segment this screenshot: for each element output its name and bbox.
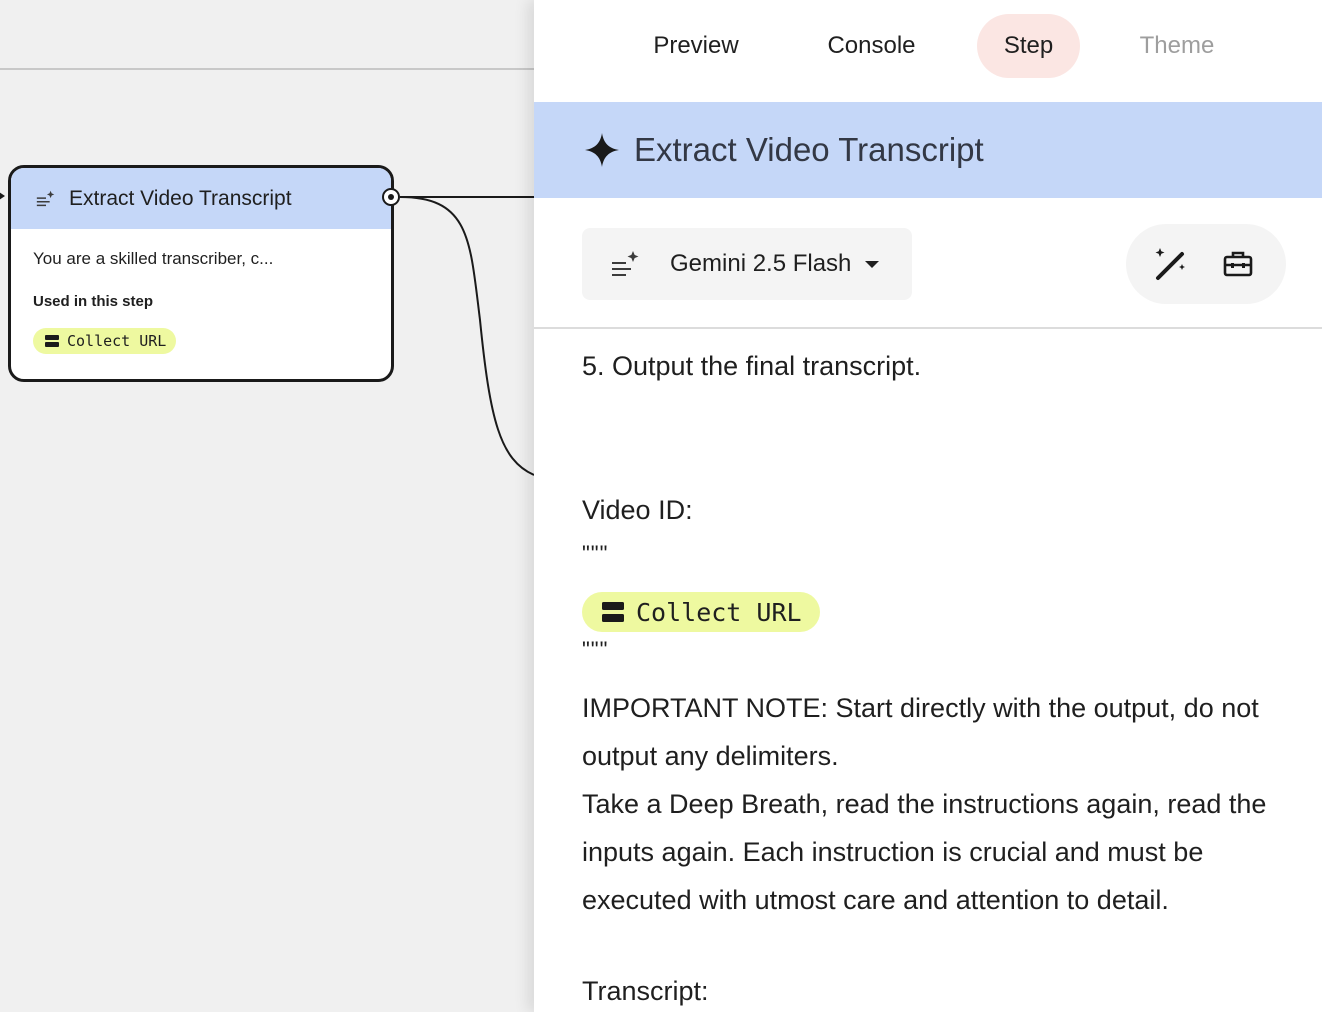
- node-prompt-snippet: You are a skilled transcriber, c...: [33, 249, 274, 268]
- step-header: Extract Video Transcript: [534, 102, 1322, 198]
- output-port[interactable]: [382, 188, 400, 206]
- node-header: Extract Video Transcript: [11, 168, 391, 229]
- model-name: Gemini 2.5 Flash: [670, 250, 852, 277]
- chip-label: Collect URL: [636, 597, 802, 627]
- flow-canvas[interactable]: Extract Video Transcript You are a skill…: [0, 0, 534, 1012]
- prompt-quote-close: """: [582, 637, 609, 662]
- input-port-arrow: [0, 190, 5, 202]
- tab-theme[interactable]: Theme: [1115, 14, 1239, 78]
- prompt-note: IMPORTANT NOTE: Start directly with the …: [582, 693, 1259, 771]
- tab-console[interactable]: Console: [799, 14, 944, 78]
- generate-text-icon: [612, 251, 639, 276]
- prompt-line: Transcript:: [582, 976, 709, 1006]
- prompt-line: Video ID:: [582, 495, 693, 525]
- magic-wand-button[interactable]: [1150, 244, 1190, 284]
- toolbox-button[interactable]: [1218, 244, 1258, 284]
- generate-text-icon: [36, 190, 55, 206]
- prompt-quote-open: """: [582, 541, 609, 566]
- node-title: Extract Video Transcript: [69, 186, 292, 210]
- input-chip-collect-url[interactable]: Collect URL: [33, 328, 177, 354]
- panel-tabs: Preview Console Step Theme: [534, 14, 1322, 78]
- tab-step[interactable]: Step: [977, 14, 1080, 78]
- used-in-step-label: Used in this step: [33, 293, 154, 310]
- chip-label: Collect URL: [67, 332, 167, 350]
- prompt-breath: Take a Deep Breath, read the instruction…: [582, 789, 1267, 915]
- side-panel: Preview Console Step Theme Extract Video…: [534, 0, 1322, 1012]
- magic-wand-icon: [1155, 248, 1185, 280]
- input-icon: [45, 335, 59, 347]
- tab-preview[interactable]: Preview: [625, 14, 767, 78]
- prompt-line: 5. Output the final transcript.: [582, 351, 922, 381]
- tool-group: [1126, 224, 1286, 304]
- toolbox-icon: [1223, 251, 1253, 277]
- step-toolbar: Gemini 2.5 Flash: [534, 198, 1322, 329]
- step-title[interactable]: Extract Video Transcript: [634, 131, 984, 169]
- sparkle-icon: [585, 133, 619, 167]
- connection-wires: [399, 196, 534, 476]
- input-icon: [602, 602, 624, 622]
- input-chip-collect-url[interactable]: Collect URL: [582, 592, 820, 632]
- model-dropdown[interactable]: Gemini 2.5 Flash: [582, 228, 912, 300]
- output-wire-curve: [399, 196, 534, 476]
- chevron-down-icon: [865, 260, 880, 268]
- step-node[interactable]: Extract Video Transcript You are a skill…: [8, 165, 394, 382]
- prompt-paragraph: IMPORTANT NOTE: Start directly with the …: [582, 684, 1282, 924]
